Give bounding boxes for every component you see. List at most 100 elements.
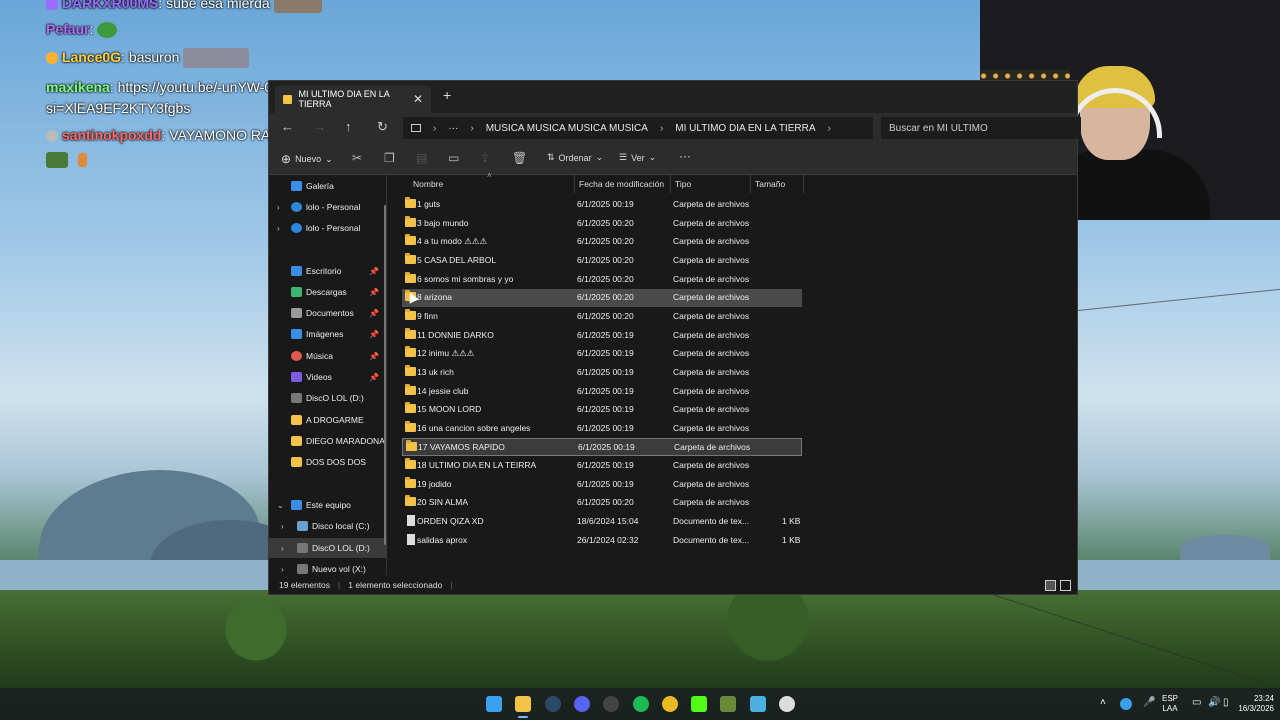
chrome-icon[interactable] <box>661 696 678 712</box>
details-view-icon[interactable] <box>1045 580 1056 591</box>
column-header-size[interactable]: Tamaño <box>755 175 785 193</box>
notepad-icon[interactable] <box>749 696 766 712</box>
discord-icon[interactable] <box>573 696 590 712</box>
navigation-scrollbar[interactable] <box>384 205 386 545</box>
obs-icon[interactable] <box>603 696 620 712</box>
file-explorer-icon[interactable] <box>515 696 532 712</box>
chevron-right-icon[interactable]: › <box>277 203 280 212</box>
clock[interactable]: 23:24 16/3/2026 <box>1228 694 1274 714</box>
folder-row[interactable]: 14 jessie club 6/1/2025 00:19 Carpeta de a… <box>402 383 802 401</box>
chevron-right-icon[interactable]: › <box>281 544 284 553</box>
folder-row[interactable]: 4 a tu modo ⚠⚠⚠ 6/1/2025 00:20 Carpeta de … <box>402 233 802 251</box>
nav-item[interactable]: › lolo - Personal <box>269 197 387 217</box>
more-options-button[interactable]: ··· <box>679 149 691 163</box>
rename-icon[interactable]: ▭ <box>448 151 459 165</box>
nav-item[interactable]: DIEGO MARADONA <box>269 431 387 451</box>
overflow-breadcrumb-icon[interactable]: ··· <box>448 123 458 134</box>
chat-link[interactable]: si=XlEA9EF2KTY3fgbs <box>46 100 190 116</box>
media-player-icon[interactable] <box>779 696 795 712</box>
folder-row[interactable]: 6 somos mi sombras y yo 6/1/2025 00:20 Car… <box>402 271 802 289</box>
folder-row[interactable]: 3 bajo mundo 6/1/2025 00:20 Carpeta de arc… <box>402 215 802 233</box>
up-arrow-icon[interactable]: ↑ <box>345 119 352 134</box>
tiles-view-icon[interactable] <box>1060 580 1071 591</box>
nav-item[interactable]: Documentos 📌 <box>269 303 387 323</box>
nav-item[interactable]: › DiscO LOL (D:) <box>269 538 387 558</box>
pin-icon[interactable]: 📌 <box>369 373 379 382</box>
show-hidden-icons-icon[interactable]: ˄ <box>1100 698 1106 708</box>
column-divider[interactable] <box>670 175 671 193</box>
folder-row[interactable]: 1 guts 6/1/2025 00:19 Carpeta de archivos <box>402 196 802 214</box>
folder-row[interactable]: 18 ULTIMO DIA EN LA TEIRRA 6/1/2025 00:19… <box>402 457 802 475</box>
nav-item[interactable]: Descargas 📌 <box>269 282 387 302</box>
chevron-down-icon[interactable]: ⌄ <box>277 501 284 510</box>
folder-row[interactable]: 8 arizona 6/1/2025 00:20 Carpeta de archiv… <box>402 289 802 308</box>
nav-item[interactable]: Galería <box>269 176 387 196</box>
network-icon[interactable]: ▭ <box>1192 698 1201 708</box>
language-indicator[interactable]: ESP LAA <box>1162 694 1178 714</box>
folder-row[interactable]: 19 jodido 6/1/2025 00:19 Carpeta de archiv… <box>402 476 802 494</box>
security-icon[interactable] <box>1120 698 1132 710</box>
steam-icon[interactable] <box>544 696 561 712</box>
new-tab-button[interactable]: + <box>443 87 451 103</box>
nav-item[interactable]: Escritorio 📌 <box>269 261 387 281</box>
chevron-right-icon[interactable]: › <box>281 565 284 574</box>
folder-row[interactable]: 20 SIN ALMA 6/1/2025 00:20 Carpeta de arch… <box>402 494 802 512</box>
minecraft-icon[interactable] <box>720 696 737 712</box>
search-input[interactable]: Buscar en MI ULTIMO <box>881 117 1081 139</box>
cut-icon[interactable]: ✂ <box>352 151 362 165</box>
pin-icon[interactable]: 📌 <box>369 330 379 339</box>
column-header-type[interactable]: Tipo <box>675 175 691 193</box>
delete-icon[interactable]: 🗑 <box>512 151 527 165</box>
pin-icon[interactable]: 📌 <box>369 288 379 297</box>
nav-item[interactable]: › Disco local (C:) <box>269 516 387 536</box>
spotify-icon[interactable] <box>632 696 649 712</box>
folder-row[interactable]: 5 CASA DEL ARBOL 6/1/2025 00:20 Carpeta de… <box>402 252 802 270</box>
file-row[interactable]: ORDEN QIZA XD 18/6/2024 15:04 Documento de… <box>402 513 802 531</box>
share-icon[interactable]: ⇪ <box>480 151 490 165</box>
nav-item[interactable]: DiscO LOL (D:) <box>269 388 387 408</box>
explorer-tab[interactable]: MI ULTIMO DIA EN LA TIERRA ✕ <box>275 85 431 113</box>
breadcrumb-item[interactable]: MI ULTIMO DIA EN LA TIERRA <box>675 123 815 134</box>
chevron-right-icon[interactable]: › <box>281 522 284 531</box>
folder-row[interactable]: 9 finn 6/1/2025 00:20 Carpeta de archivos <box>402 308 802 326</box>
nav-item[interactable]: Videos 📌 <box>269 367 387 387</box>
chevron-right-icon[interactable]: › <box>277 224 280 233</box>
folder-row[interactable]: 13 uk rich 6/1/2025 00:19 Carpeta de archi… <box>402 364 802 382</box>
folder-row[interactable]: 12 inimu ⚠⚠⚠ 6/1/2025 00:19 Carpeta de arc… <box>402 345 802 363</box>
nav-item[interactable]: DOS DOS DOS <box>269 452 387 472</box>
address-bar[interactable]: › ··· › MUSICA MUSICA MUSICA MUSICA › MI… <box>403 117 873 139</box>
sort-button[interactable]: ⇅ Ordenar ⌄ <box>547 152 603 163</box>
pin-icon[interactable]: 📌 <box>369 352 379 361</box>
chevron-right-icon[interactable]: › <box>828 123 831 134</box>
column-header-name[interactable]: Nombre <box>413 175 443 193</box>
nav-item[interactable]: Imágenes 📌 <box>269 324 387 344</box>
volume-icon[interactable]: 🔊 <box>1208 698 1220 708</box>
pin-icon[interactable]: 📌 <box>369 309 379 318</box>
folder-row[interactable]: 15 MOON LORD 6/1/2025 00:19 Carpeta de arc… <box>402 401 802 419</box>
kick-icon[interactable] <box>691 696 708 712</box>
folder-row[interactable]: 11 DONNIE DARKO 6/1/2025 00:19 Carpeta de … <box>402 327 802 345</box>
column-header-date[interactable]: Fecha de modificación <box>579 175 664 193</box>
refresh-icon[interactable]: ↻ <box>377 119 388 135</box>
breadcrumb-item[interactable]: MUSICA MUSICA MUSICA MUSICA <box>486 123 648 134</box>
forward-arrow-icon[interactable]: → <box>313 119 326 134</box>
folder-row[interactable]: 17 VAYAMOS RAPIDO 6/1/2025 00:19 Carpeta d… <box>402 438 802 457</box>
folder-row[interactable]: 16 una cancion sobre angeles 6/1/2025 00:… <box>402 420 802 438</box>
paste-icon[interactable]: ▤ <box>416 151 427 165</box>
nav-item[interactable]: ⌄ Este equipo <box>269 495 387 515</box>
copy-icon[interactable]: ❐ <box>384 151 395 165</box>
nav-item[interactable]: A DROGARME <box>269 410 387 430</box>
new-button[interactable]: ⊕ Nuevo ⌄ <box>281 152 333 166</box>
pin-icon[interactable]: 📌 <box>369 267 379 276</box>
nav-item[interactable]: › lolo - Personal <box>269 218 387 238</box>
microphone-icon[interactable]: 🎤 <box>1143 698 1155 708</box>
back-arrow-icon[interactable]: ← <box>281 119 294 134</box>
column-divider[interactable] <box>574 175 575 193</box>
close-tab-icon[interactable]: ✕ <box>413 92 423 106</box>
view-button[interactable]: ☰ Ver ⌄ <box>619 152 656 163</box>
column-divider[interactable] <box>750 175 751 193</box>
column-divider[interactable] <box>803 175 804 193</box>
file-row[interactable]: salidas aprox 26/1/2024 02:32 Documento de… <box>402 532 802 550</box>
windows-start-icon[interactable] <box>486 696 502 712</box>
nav-item[interactable]: Música 📌 <box>269 346 387 366</box>
